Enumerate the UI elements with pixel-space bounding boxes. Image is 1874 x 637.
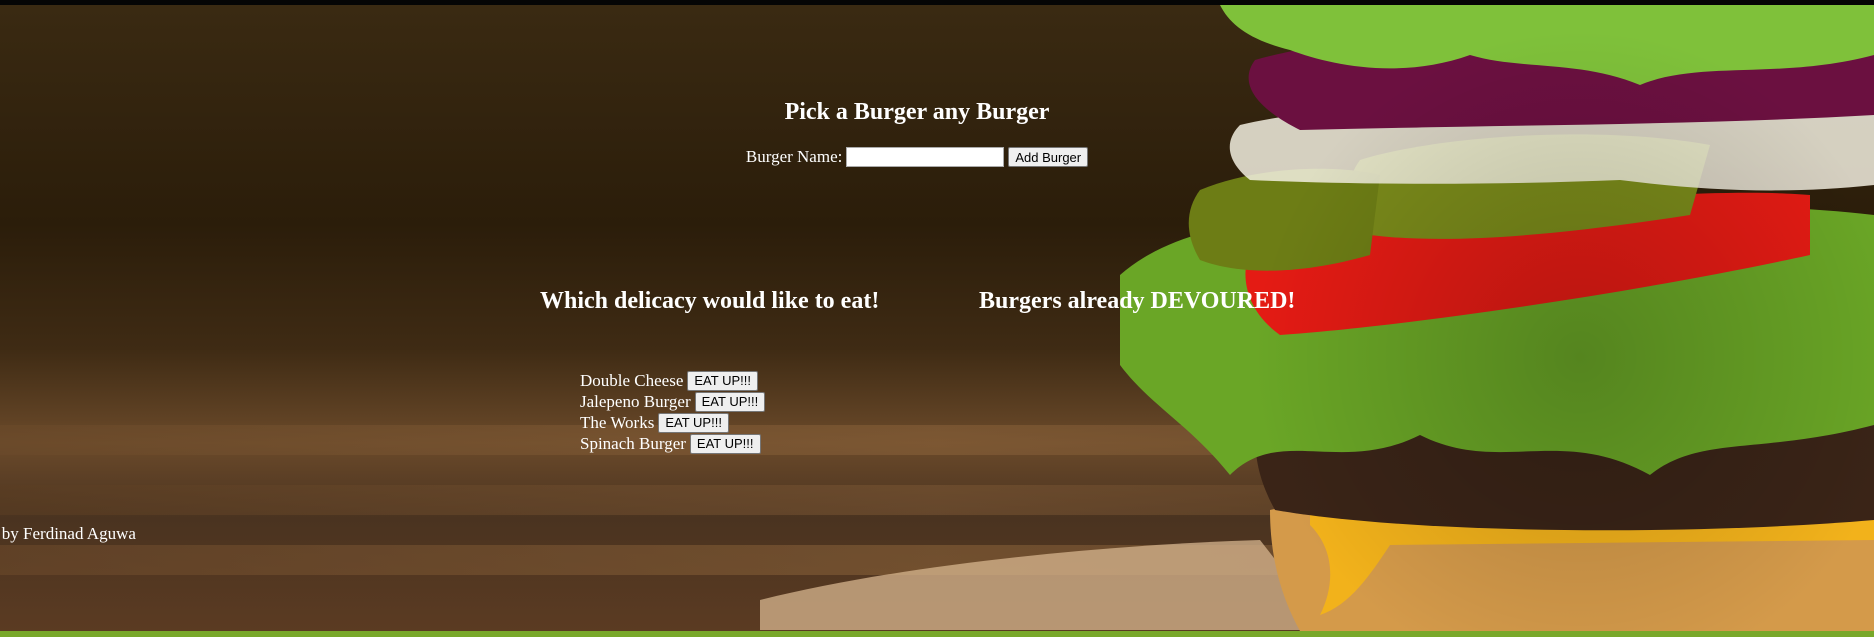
add-burger-button[interactable]: Add Burger (1008, 147, 1089, 167)
burger-name: Double Cheese (580, 370, 684, 390)
list-item: Jalepeno Burger EAT UP!!! (580, 391, 766, 412)
burger-name-label: Burger Name: (745, 147, 843, 166)
add-burger-form: Burger Name: Add Burger (0, 147, 1834, 167)
eat-up-button[interactable]: EAT UP!!! (687, 370, 758, 391)
page-content: Pick a Burger any Burger Burger Name: Ad… (0, 0, 1874, 637)
bottom-border (0, 631, 1874, 637)
burger-name: Jalepeno Burger (580, 391, 691, 411)
list-item: Spinach Burger EAT UP!!! (580, 433, 765, 454)
burger-name-input[interactable] (846, 147, 1005, 167)
list-item: Double Cheese EAT UP!!! (580, 370, 765, 391)
page-title: Pick a Burger any Burger (784, 99, 1050, 125)
burger-name: The Works (580, 412, 655, 432)
list-item: The Works EAT UP!!! (580, 412, 765, 433)
eat-up-button[interactable]: EAT UP!!! (689, 433, 761, 454)
devoured-heading: Burgers already DEVOURED! (979, 288, 1296, 314)
footer-credit: e by Ferdinad Aguwa (0, 524, 136, 543)
to-eat-heading: Which delicacy would like to eat! (540, 288, 880, 314)
burgers-to-eat-list: Double Cheese EAT UP!!! Jalepeno Burger … (580, 370, 766, 454)
burger-name: Spinach Burger (580, 433, 686, 453)
eat-up-button[interactable]: EAT UP!!! (694, 391, 766, 412)
eat-up-button[interactable]: EAT UP!!! (658, 412, 729, 433)
